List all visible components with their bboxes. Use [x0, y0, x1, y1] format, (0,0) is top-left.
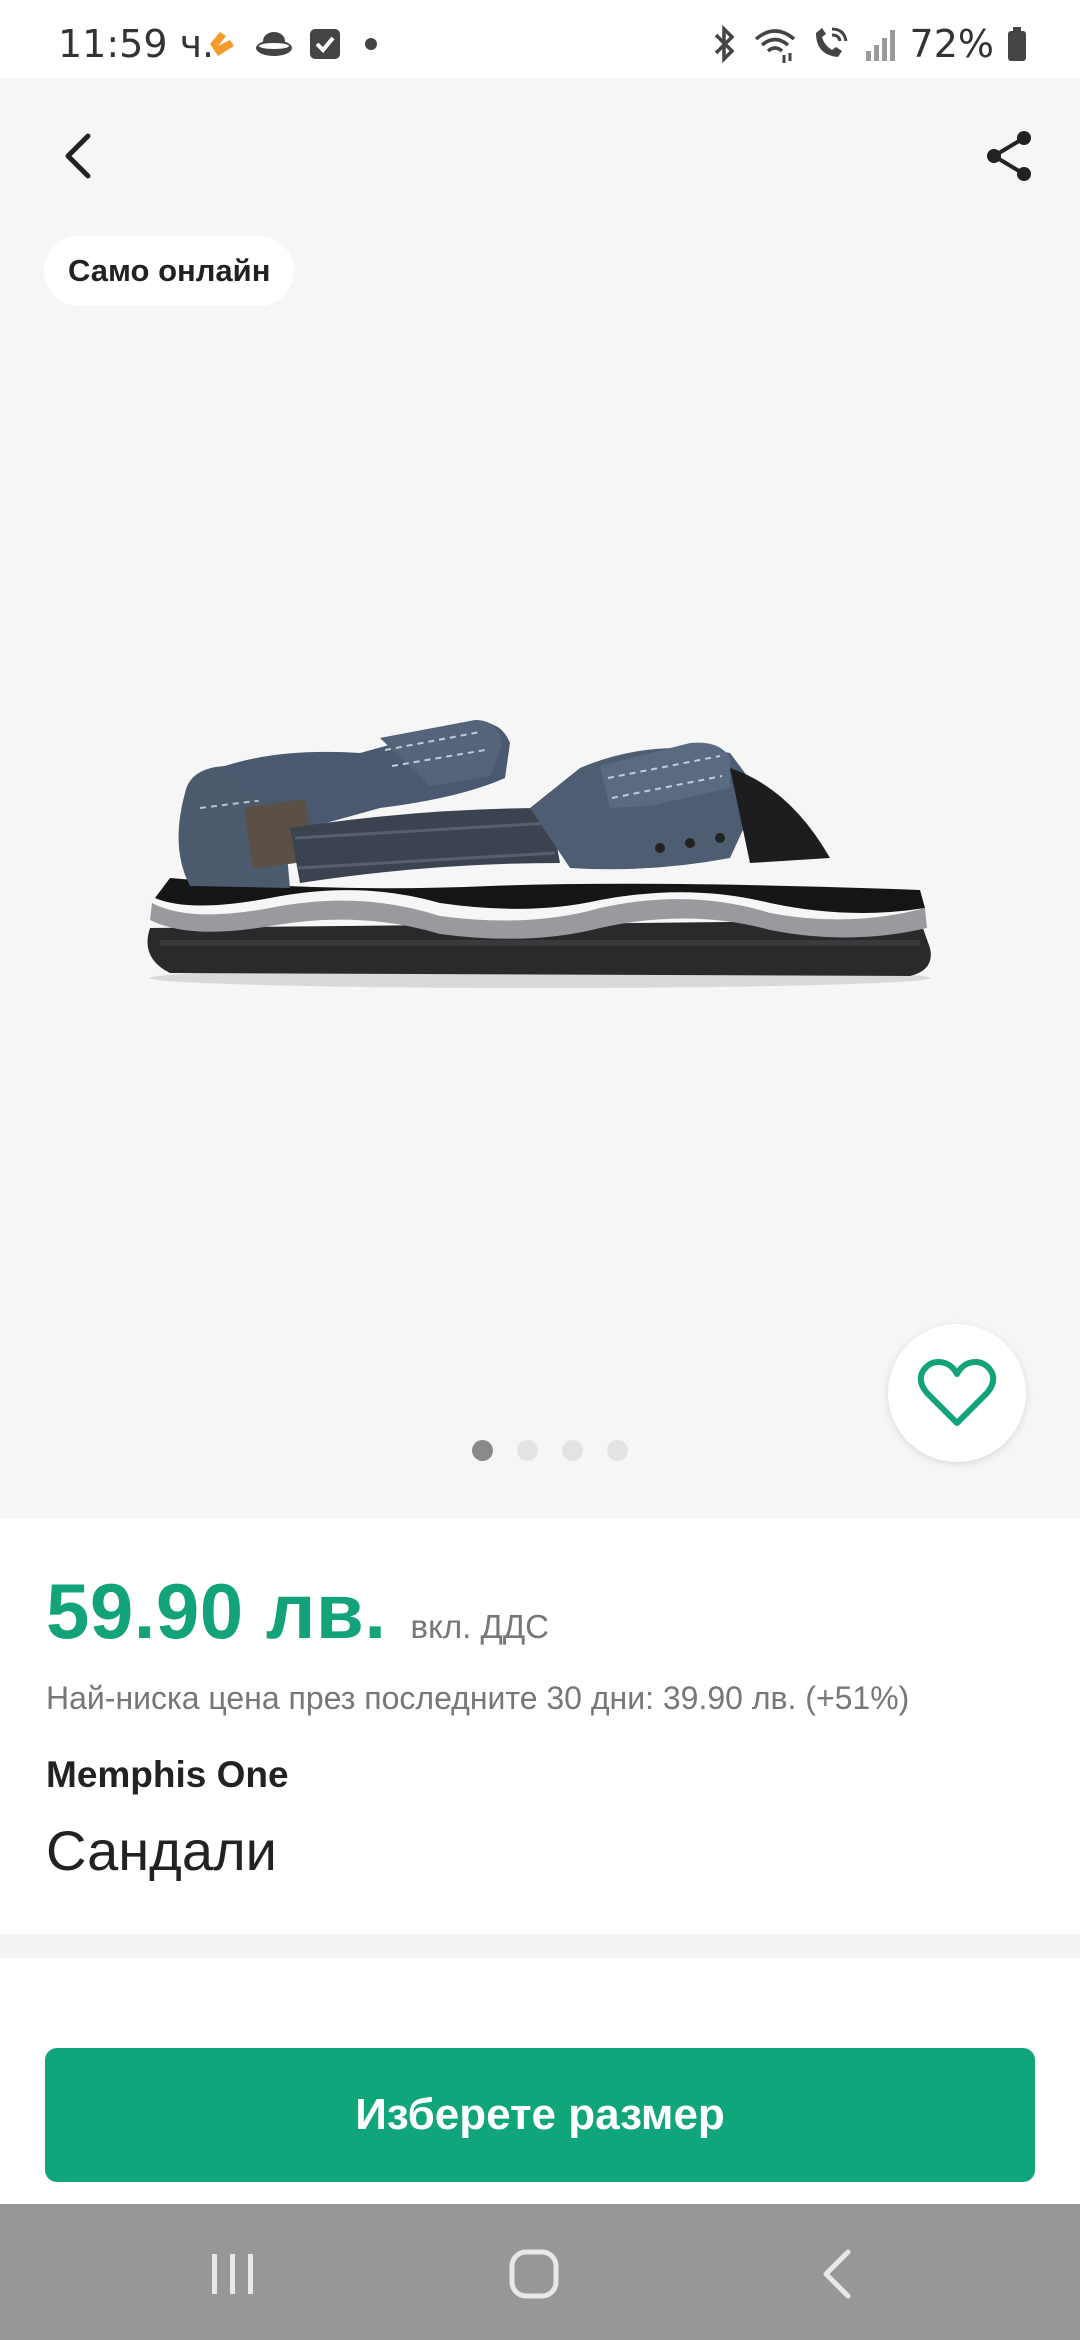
bluetooth-icon — [714, 25, 735, 63]
pagination-dot-3[interactable] — [562, 1440, 583, 1461]
product-title: Сандали — [46, 1819, 277, 1882]
notification-icons — [204, 26, 386, 62]
pagination-dot-4[interactable] — [607, 1440, 628, 1461]
back-button[interactable] — [52, 126, 112, 186]
chevron-left-icon — [65, 133, 91, 179]
product-gallery[interactable]: Само онлайн — [0, 78, 1080, 1518]
nav-back-icon[interactable] — [818, 2248, 858, 2300]
product-info: 59.90 лв. вкл. ДДС Най-ниска цена през п… — [0, 1518, 1080, 1934]
product-brand[interactable]: Memphis One — [46, 1754, 289, 1796]
avast-icon — [210, 32, 234, 56]
system-nav-bar — [0, 2204, 1080, 2340]
share-icon — [987, 131, 1031, 181]
vat-note: вкл. ДДС — [410, 1608, 550, 1645]
recent-apps-icon[interactable] — [210, 2252, 256, 2296]
battery-percent: 72% — [909, 22, 994, 66]
select-size-button[interactable]: Изберете размер — [45, 2048, 1035, 2182]
pagination-dot-1[interactable] — [472, 1440, 493, 1461]
home-icon[interactable] — [508, 2248, 560, 2300]
pagination-dot-2[interactable] — [517, 1440, 538, 1461]
lowest-price-note: Най-ниска цена през последните 30 дни: 3… — [46, 1680, 910, 1716]
online-only-badge: Само онлайн — [44, 236, 295, 306]
dot-icon — [365, 38, 377, 50]
wifi-icon — [754, 29, 795, 63]
product-price: 59.90 лв. — [46, 1567, 387, 1655]
checkbox-icon — [310, 29, 340, 59]
gallery-pagination — [10, 1440, 1080, 1461]
heart-icon — [917, 1359, 997, 1426]
product-image[interactable] — [130, 658, 950, 1018]
online-only-badge-label: Само онлайн — [68, 253, 271, 288]
signal-icon — [865, 30, 895, 61]
section-divider — [0, 1934, 1080, 1958]
cta-area: Изберете размер — [0, 1958, 1080, 2204]
status-bar: 11:59 ч. 72% — [0, 0, 1080, 78]
share-button[interactable] — [980, 126, 1040, 186]
select-size-label: Изберете размер — [355, 2090, 725, 2139]
status-right: 72% — [708, 22, 1028, 66]
wifi-calling-icon — [815, 27, 848, 57]
price-row: 59.90 лв. вкл. ДДС — [46, 1566, 549, 1657]
battery-icon — [1008, 27, 1026, 61]
status-time: 11:59 ч. — [58, 22, 215, 66]
hat-icon — [256, 32, 292, 56]
